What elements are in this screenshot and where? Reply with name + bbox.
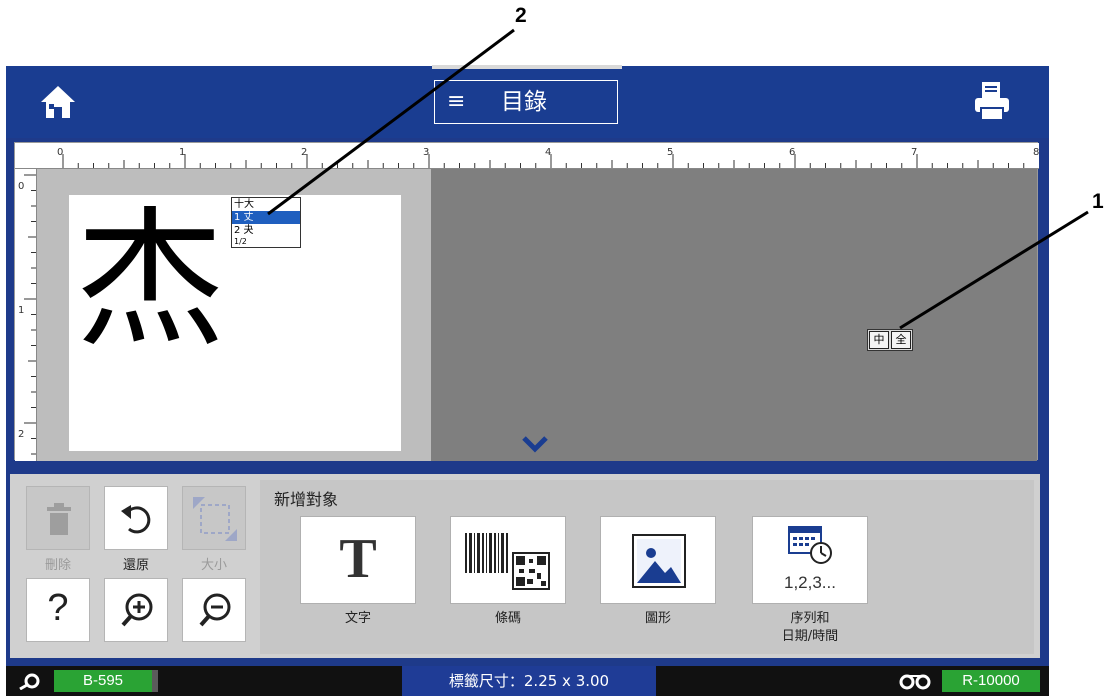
label-workspace: 杰 十大 1 丈 2 夬 1/2 [37,169,431,461]
zoom-in-button[interactable] [104,578,168,642]
serial-label-line2: 日期/時間 [781,629,839,644]
serial-label-line1: 序列和 [790,611,830,626]
top-notch [432,65,622,69]
add-barcode-button[interactable] [450,516,566,604]
ruler-number: 0 [57,147,63,158]
printer-screen: ≡ 目錄 0 1 2 3 4 5 6 7 8 0 1 2 杰 十大 1 丈 2 夬 1/2 中 全 … [6,65,1049,696]
ruler-number: 1 [179,147,185,158]
ime-page-indicator: 1/2 [234,237,247,246]
ime-fullwidth-toggle[interactable]: 全 [891,331,911,349]
ime-candidate[interactable]: 2 夬 [232,224,300,237]
horizontal-ruler: 0 1 2 3 4 5 6 7 8 [15,143,1039,169]
add-object-panel: 新增對象 T 文字 條碼 圖形 1,2,3... 序列和 日期/時間 [260,480,1034,654]
add-serial-datetime-button[interactable]: 1,2,3... [752,516,868,604]
resize-icon [193,497,237,541]
ime-candidate-selected[interactable]: 1 丈 [232,211,300,224]
ime-candidate-input[interactable]: 十大 [232,198,300,211]
serial-icon-text: 1,2,3... [784,573,836,592]
add-serial-datetime-label: 序列和 日期/時間 [750,610,870,646]
add-text-button[interactable]: T [300,516,416,604]
ime-candidate-list[interactable]: 十大 1 丈 2 夬 1/2 [231,197,301,248]
ime-chinese-toggle[interactable]: 中 [869,331,889,349]
ruler-number: 5 [667,147,673,158]
ribbon-cartridge-status[interactable]: R-10000 [942,670,1040,692]
delete-button[interactable] [26,486,90,550]
menu-label: 目錄 [501,89,547,115]
undo-label: 還原 [122,558,149,573]
add-text-label: 文字 [344,611,371,626]
ruler-number: 8 [1033,147,1039,158]
zoom-out-icon [199,593,231,627]
ruler-number: 0 [18,181,24,192]
manual-figure: ≡ 目錄 0 1 2 3 4 5 6 7 8 0 1 2 杰 十大 1 丈 2 夬 1/2 中 全 … [0,0,1112,696]
ruler-number: 1 [18,305,24,316]
callout-2: 2 [515,4,527,27]
menu-icon: ≡ [447,89,466,114]
label-cartridge-status[interactable]: B-595 [54,670,152,692]
ruler-number: 7 [911,147,917,158]
ribbon-roll-icon [19,673,40,690]
label-size-status: 標籤尺寸：2.25 x 3.00 [402,666,656,696]
home-button[interactable] [36,80,80,124]
menu-button[interactable]: ≡ 目錄 [434,80,618,124]
label-editor[interactable]: 0 1 2 3 4 5 6 7 8 0 1 2 杰 十大 1 丈 2 夬 1/2 中 全 [14,142,1039,461]
ruler-number: 2 [301,147,307,158]
help-icon: ? [47,587,69,629]
label-canvas[interactable]: 杰 十大 1 丈 2 夬 1/2 [69,195,401,451]
add-graphic-label: 圖形 [644,611,671,626]
label-text-object[interactable]: 杰 [75,201,225,361]
trash-icon [47,503,71,535]
undo-button[interactable] [104,486,168,550]
print-button[interactable] [972,80,1012,122]
help-button[interactable]: ? [26,578,90,642]
vertical-ruler: 0 1 2 [15,169,37,461]
zoom-out-button[interactable] [182,578,246,642]
ruler-number: 3 [423,147,429,158]
bottom-toolbar: 刪除 還原 大小 ? 新增對象 T 文字 條碼 圖形 1,2,3... 序列和 … [10,474,1040,658]
undo-icon [121,505,151,534]
delete-label: 刪除 [44,558,71,573]
home-icon [41,86,75,118]
chevron-down-icon[interactable] [521,435,549,453]
barcode-icon [465,533,550,590]
ruler-number: 4 [545,147,551,158]
text-icon: T [339,528,377,590]
zoom-in-icon [121,593,153,627]
resize-label: 大小 [200,558,227,573]
ime-mode-toggle[interactable]: 中 全 [867,329,913,351]
callout-1: 1 [1092,190,1104,213]
top-bar: ≡ 目錄 [6,65,1049,138]
image-icon [632,534,686,588]
add-graphic-button[interactable] [600,516,716,604]
ruler-number: 2 [18,429,24,440]
offlabel-area: 中 全 [431,169,1037,461]
add-barcode-label: 條碼 [494,611,521,626]
add-object-title: 新增對象 [274,490,339,509]
label-supply-bar [152,670,158,692]
status-bar: B-595 標籤尺寸：2.25 x 3.00 R-10000 [6,666,1049,696]
calendar-clock-icon [788,526,832,564]
printer-icon [975,82,1009,121]
ruler-number: 6 [789,147,795,158]
ribbon-icon [899,674,931,690]
resize-button[interactable] [182,486,246,550]
